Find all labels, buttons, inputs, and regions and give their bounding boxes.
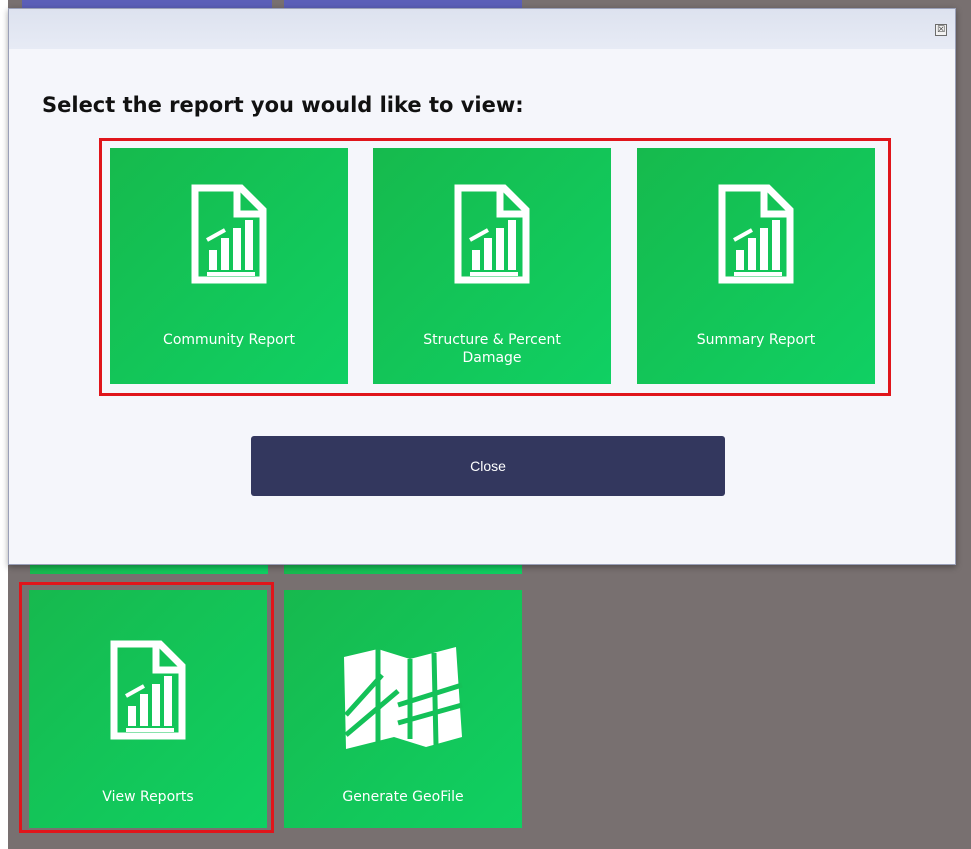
- dialog-titlebar: ☒: [9, 9, 955, 49]
- summary-report-tile[interactable]: Summary Report: [637, 148, 875, 384]
- dialog-title: Select the report you would like to view…: [42, 93, 524, 117]
- view-reports-label: View Reports: [102, 789, 194, 805]
- map-icon: [338, 645, 468, 759]
- community-report-tile[interactable]: Community Report: [110, 148, 348, 384]
- generate-geofile-label: Generate GeoFile: [342, 789, 464, 805]
- report-chart-icon: [716, 184, 796, 288]
- partial-tile-strip: [284, 0, 522, 8]
- view-reports-tile[interactable]: View Reports: [29, 590, 267, 828]
- report-chart-icon: [108, 640, 188, 744]
- report-chart-icon: [189, 184, 269, 288]
- report-chart-icon: [452, 184, 532, 288]
- close-icon[interactable]: ☒: [935, 24, 947, 36]
- structure-percent-damage-label: Structure & Percent Damage: [423, 332, 561, 366]
- summary-report-label: Summary Report: [696, 332, 816, 348]
- close-button[interactable]: Close: [251, 436, 725, 496]
- select-report-dialog: ☒ Select the report you would like to vi…: [8, 8, 956, 565]
- partial-tile-strip: [22, 0, 272, 8]
- structure-percent-damage-tile[interactable]: Structure & Percent Damage: [373, 148, 611, 384]
- community-report-label: Community Report: [163, 332, 295, 348]
- generate-geofile-tile[interactable]: Generate GeoFile: [284, 590, 522, 828]
